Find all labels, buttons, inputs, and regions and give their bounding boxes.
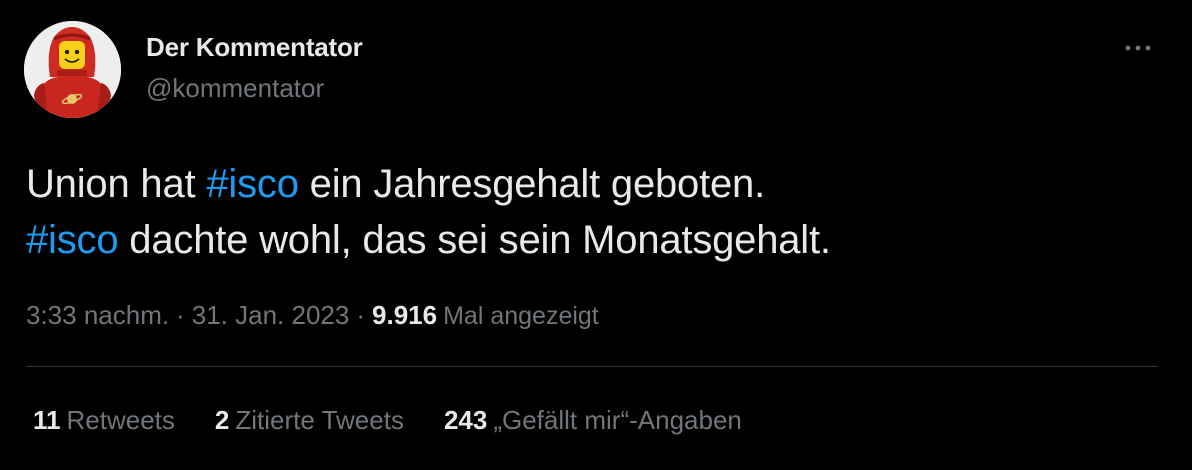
- lego-astronaut-avatar-icon: [24, 21, 121, 118]
- more-options-button[interactable]: [1118, 28, 1158, 68]
- tweet-metadata: 3:33 nachm. · 31. Jan. 2023 · 9.916 Mal …: [26, 300, 599, 331]
- views-label: Mal angezeigt: [443, 302, 599, 330]
- tweet-time-link[interactable]: 3:33 nachm.: [26, 300, 169, 331]
- engagement-stats: 11 Retweets 2 Zitierte Tweets 243 „Gefäl…: [33, 405, 782, 436]
- quote-tweets-count: 2: [214, 405, 230, 435]
- retweets-stat-link[interactable]: 11 Retweets: [33, 405, 175, 436]
- separator-dot: ·: [176, 300, 185, 330]
- tweet-text-line: Union hat #isco ein Jahresgehalt geboten…: [26, 156, 1166, 212]
- quote-tweets-label: Zitierte Tweets: [235, 405, 404, 435]
- likes-stat-link[interactable]: 243 „Gefällt mir“-Angaben: [444, 405, 742, 436]
- views-count: 9.916: [372, 300, 438, 330]
- divider: [26, 366, 1158, 367]
- quote-tweets-stat-link[interactable]: 2 Zitierte Tweets: [215, 405, 404, 436]
- likes-count: 243: [443, 405, 488, 435]
- tweet-card: Der Kommentator @kommentator Union hat #…: [0, 0, 1192, 470]
- tweet-date-link[interactable]: 31. Jan. 2023: [192, 300, 350, 331]
- tweet-text-segment: ein Jahresgehalt geboten.: [298, 162, 766, 206]
- retweets-count: 11: [33, 405, 61, 435]
- tweet-text-segment: Union hat: [26, 162, 207, 206]
- separator-dot: ·: [356, 300, 366, 330]
- author-handle[interactable]: @kommentator: [146, 73, 324, 104]
- likes-label: „Gefällt mir“-Angaben: [493, 405, 742, 435]
- hashtag-link[interactable]: #isco: [26, 218, 119, 262]
- retweets-label: Retweets: [66, 405, 175, 435]
- tweet-text-segment: dachte wohl, das sei sein Monatsgehalt.: [118, 218, 831, 262]
- more-horizontal-icon: [1125, 45, 1151, 51]
- avatar[interactable]: [24, 21, 121, 118]
- tweet-text: Union hat #isco ein Jahresgehalt geboten…: [26, 156, 1166, 268]
- tweet-text-line: #isco dachte wohl, das sei sein Monatsge…: [26, 212, 1166, 268]
- author-display-name[interactable]: Der Kommentator: [146, 32, 363, 63]
- hashtag-link[interactable]: #isco: [206, 162, 299, 206]
